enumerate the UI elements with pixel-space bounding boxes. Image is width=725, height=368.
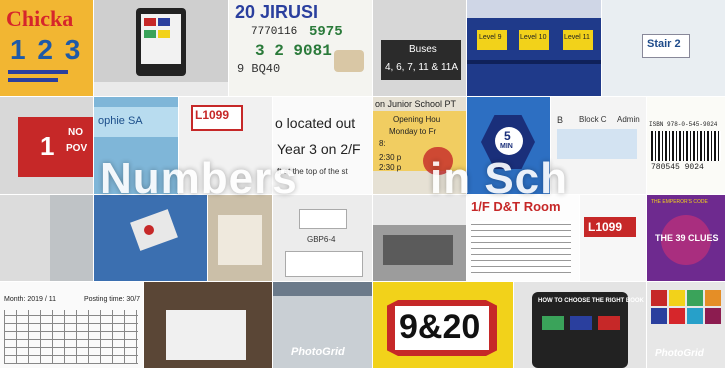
receipt-line2: 3 2 9081 [255, 42, 332, 60]
tile-wall-corner [0, 195, 93, 281]
tile-classroom [373, 195, 466, 281]
tile-attendance-chart: Month: 2019 / 11 Posting time: 30/7 [0, 282, 143, 368]
level-mid: Level 10 [520, 34, 547, 41]
buses-header: Buses [409, 44, 437, 55]
red-sign-text1: NO [68, 127, 83, 138]
tile-receipt: 20 JIRUSI 7770116 5975 3 2 9081 9 BQ40 [229, 0, 372, 96]
photogrid-watermark-2: PhotoGrid [655, 348, 704, 359]
tile-39-clues: THE EMPEROR'S CODE THE 39 CLUES [647, 195, 725, 281]
school-line4: 8: [379, 139, 386, 148]
poster-920-text: 9&20 [399, 308, 481, 346]
red-sign-number: 1 [40, 131, 55, 161]
clues-title: THE 39 CLUES [655, 233, 719, 243]
book-title: Chicka [6, 6, 74, 31]
tile-doorway [144, 282, 272, 368]
tile-stair-sign: Stair 2 [602, 0, 725, 96]
hexagon-number: 5 [504, 129, 511, 143]
level-right: Level 11 [564, 34, 590, 41]
receipt-handwritten: 5975 [309, 24, 343, 40]
red-sign-text2: POV [66, 143, 88, 154]
receipt-line3: 9 BQ40 [237, 62, 281, 76]
tile-level-shelves: Level 9 Level 10 Level 11 [467, 0, 601, 96]
tile-dt-room: 1/F D&T Room [467, 195, 579, 281]
book-numbers: 1 2 3 [10, 34, 83, 65]
tile-chicka-book: Chicka 1 2 3 [0, 0, 93, 96]
choose-book-title: HOW TO CHOOSE THE RIGHT BOOK [538, 298, 644, 304]
school-line2: Opening Hou [393, 115, 441, 124]
level-left: Level 9 [479, 34, 502, 41]
tile-sdg-chart: PhotoGrid [647, 282, 725, 368]
chart-month: Month: 2019 / 11 [4, 296, 57, 303]
photogrid-watermark-1: PhotoGrid [291, 346, 345, 358]
tile-photogrid-corridor: PhotoGrid [273, 282, 372, 368]
receipt-line1: 7770116 [251, 26, 298, 38]
tile-ipad-stand [94, 0, 228, 96]
stair-label: Stair 2 [647, 38, 681, 50]
tile-red-sign: 1 NO POV [0, 97, 93, 194]
block-admin: Admin [617, 115, 640, 124]
hexagon-unit: MIN [500, 143, 513, 150]
tile-poster-9and20: 9&20 [373, 282, 513, 368]
overlay-title-left: Numbers [100, 154, 298, 203]
barcode-digits: 780545 9024 [651, 163, 704, 172]
block-b: B [557, 115, 564, 125]
overlay-title-right: in Sch [430, 154, 569, 203]
school-line3: Monday to Fr [389, 127, 437, 136]
sophie-label: ophie SA [98, 115, 143, 127]
tile-wall-socket: GBP6-4 [273, 195, 372, 281]
tile-pen-box [94, 195, 207, 281]
tile-choose-book: HOW TO CHOOSE THE RIGHT BOOK [514, 282, 646, 368]
clues-publisher: THE EMPEROR'S CODE [651, 199, 708, 205]
school-line6: 2:30 p [379, 163, 402, 172]
buses-routes: 4, 6, 7, 11 & 11A [385, 62, 459, 73]
room-tag2-label: L1099 [588, 220, 623, 234]
receipt-logo: 20 JIRUSI [235, 2, 319, 22]
tile-buses-sign: Buses 4, 6, 7, 11 & 11A [373, 0, 466, 96]
school-line1: on Junior School PT [375, 99, 457, 109]
chart-posting: Posting time: 30/7 [84, 296, 141, 303]
located-line1: o located out [275, 115, 356, 131]
tile-room-tag-2: L1099 [580, 195, 646, 281]
tile-chart-frame [208, 195, 272, 281]
block-c: Block C [579, 115, 607, 124]
school-line5: 2:30 p [379, 153, 402, 162]
socket-label: GBP6-4 [307, 235, 336, 244]
barcode-isbn: ISBN 978-0-545-9024 [649, 121, 718, 128]
tile-barcode: ISBN 978-0-545-9024 780545 9024 [647, 97, 725, 194]
room-tag-label: L1099 [195, 108, 230, 122]
